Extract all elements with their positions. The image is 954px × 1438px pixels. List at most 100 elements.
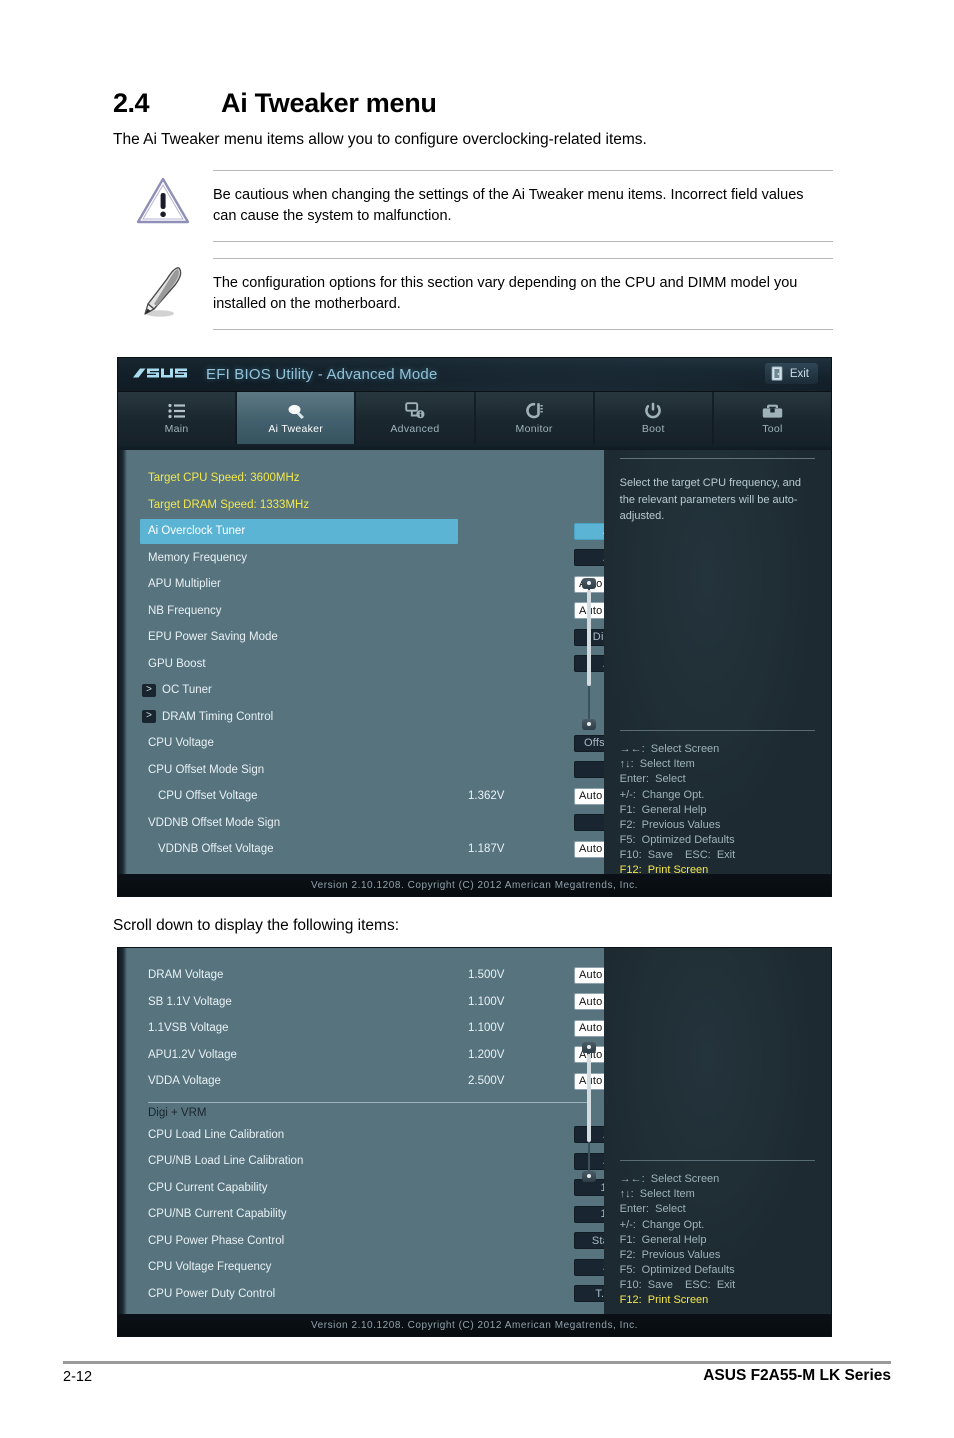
key-legend-line: F2: Previous Values: [619, 818, 721, 831]
scroll-up-button[interactable]: [581, 578, 596, 589]
current-value-readout: 1.187V: [468, 843, 505, 856]
tab-monitor[interactable]: Monitor: [475, 392, 593, 444]
bios-tab-bar[interactable]: Main Ai Tweaker Advanced Monitor Boot To…: [118, 392, 831, 444]
current-value-readout: 1.100V: [468, 1022, 505, 1035]
key-legend-line: ↑↓: Select Item: [619, 1188, 695, 1201]
setting-row[interactable]: 1.1VSB Voltage 1.100V Auto: [118, 1015, 656, 1042]
tab-main[interactable]: Main: [118, 392, 236, 444]
setting-row[interactable]: CPU Offset Mode Sign+: [118, 757, 656, 784]
tab-label: Advanced: [390, 423, 440, 435]
note-icon-column: [113, 258, 213, 320]
key-legend-line: +/-: Change Opt.: [619, 1218, 705, 1231]
setting-row[interactable]: EPU Power Saving ModeDisabled: [118, 624, 656, 651]
setting-label: CPU Power Duty Control: [148, 1287, 276, 1300]
setting-row[interactable]: CPU VoltageOffset Mode: [118, 730, 656, 757]
submenu-item[interactable]: > DRAM Timing Control: [118, 704, 604, 731]
setting-label: SB 1.1V Voltage: [148, 995, 232, 1008]
setting-label: CPU Voltage Frequency: [148, 1261, 272, 1274]
bios-titlebar: EFI BIOS Utility - Advanced Mode Exit: [118, 358, 831, 392]
setting-row[interactable]: CPU Offset Voltage 1.362V Auto: [118, 783, 656, 810]
key-legend-line: +/-: Change Opt.: [619, 788, 705, 801]
warning-text: Be cautious when changing the settings o…: [213, 170, 833, 243]
setting-row[interactable]: CPU Current Capability100%: [118, 1175, 656, 1202]
current-value-readout: 2.500V: [468, 1075, 505, 1088]
submenu-item[interactable]: > OC Tuner: [118, 677, 604, 704]
footer-page-number: 2-12: [63, 1369, 93, 1385]
key-legend-line: F12: Print Screen: [619, 864, 709, 877]
setting-label: VDDA Voltage: [148, 1075, 221, 1088]
current-value-readout: 1.100V: [468, 995, 505, 1008]
setting-label: Ai Overclock Tuner: [148, 525, 246, 538]
group-heading: Digi + VRM: [148, 1106, 207, 1119]
setting-row[interactable]: CPU Power Phase ControlStandard: [118, 1228, 656, 1255]
tab-label: Tool: [762, 423, 783, 435]
scroll-down-button[interactable]: [581, 1171, 596, 1182]
setting-label: VDDNB Offset Voltage: [158, 843, 274, 856]
bios-body-top: Target CPU Speed: 3600MHz Target DRAM Spe…: [118, 450, 831, 876]
tab-boot[interactable]: Boot: [594, 392, 712, 444]
setting-row[interactable]: SB 1.1V Voltage 1.100V Auto: [118, 989, 656, 1016]
help-text: Select the target CPU frequency, and the…: [619, 477, 802, 522]
footer-rule: [63, 1361, 891, 1364]
setting-label: DRAM Timing Control: [162, 710, 274, 723]
key-legend-line: Enter: Select: [619, 773, 686, 786]
bios-screenshot-bottom: DRAM Voltage 1.500V Auto SB 1.1V Voltage 1.1…: [117, 947, 832, 1337]
status-line: Target DRAM Speed: 1333MHz: [148, 498, 310, 511]
toolbox-icon: [762, 401, 783, 420]
key-legend-line: Enter: Select: [619, 1203, 686, 1216]
exit-door-icon: [771, 366, 783, 381]
setting-row[interactable]: CPU/NB Current Capability100%: [118, 1201, 656, 1228]
setting-row[interactable]: Memory FrequencyAuto: [118, 545, 656, 572]
setting-label: GPU Boost: [148, 657, 206, 670]
setting-row[interactable]: CPU Power Duty ControlT.Probe: [118, 1281, 656, 1308]
chevron-right-icon: >: [142, 710, 156, 724]
tab-ai-tweaker[interactable]: Ai Tweaker: [237, 392, 355, 444]
scroll-down-button[interactable]: [581, 719, 596, 730]
setting-row[interactable]: DRAM Voltage 1.500V Auto: [118, 962, 656, 989]
setting-row[interactable]: APU MultiplierAuto: [118, 571, 656, 598]
setting-row[interactable]: Ai Overclock TunerAuto: [118, 518, 656, 545]
warning-icon: [136, 177, 190, 224]
scrollbar-thumb[interactable]: [586, 590, 591, 686]
list-icon: [167, 401, 186, 420]
scroll-up-button[interactable]: [581, 1042, 596, 1053]
version-text: Version 2.10.1208. Copyright (C) 2012 Am…: [310, 879, 639, 891]
setting-row[interactable]: CPU Load Line CalibrationAuto: [118, 1122, 656, 1149]
setting-row[interactable]: CPU/NB Load Line CalibrationAuto: [118, 1148, 656, 1175]
key-legend-line: F12: Print Screen: [619, 1294, 709, 1307]
footer-model-name: ASUS F2A55-M LK Series: [703, 1367, 891, 1384]
setting-label: Memory Frequency: [148, 551, 248, 564]
section-intro: The Ai Tweaker menu items allow you to c…: [113, 131, 647, 148]
key-legend-line: F1: General Help: [619, 803, 707, 816]
setting-row[interactable]: VDDNB Offset Mode Sign+: [118, 810, 656, 837]
key-legend-line: F5: Optimized Defaults: [619, 1264, 735, 1277]
warning-icon-column: [113, 170, 213, 226]
key-legend-line: →←: Select Screen: [619, 743, 720, 755]
setting-row[interactable]: APU1.2V Voltage 1.200V Auto: [118, 1042, 656, 1069]
bios-screenshot-top: EFI BIOS Utility - Advanced Mode Exit Ma…: [117, 357, 832, 897]
note-text: The configuration options for this secti…: [213, 258, 833, 331]
settings-scrollbar[interactable]: [581, 578, 596, 730]
scrollbar-thumb[interactable]: [586, 1054, 591, 1142]
bios-version-footer-bottom: Version 2.10.1208. Copyright (C) 2012 Am…: [118, 1314, 831, 1336]
settings-list-top: Target CPU Speed: 3600MHz Target DRAM Spe…: [118, 450, 656, 863]
setting-row[interactable]: CPU Voltage FrequencyAuto: [118, 1254, 656, 1281]
setting-label: CPU Current Capability: [148, 1181, 268, 1194]
setting-row[interactable]: VDDA Voltage 2.500V Auto: [118, 1068, 656, 1095]
setting-label: EPU Power Saving Mode: [148, 631, 278, 644]
help-pane-bottom: →←: Select Screen ↑↓: Select Item Enter: S…: [603, 948, 831, 1314]
page-title: 2.4 Ai Tweaker menu: [113, 88, 833, 119]
tab-tool[interactable]: Tool: [713, 392, 831, 444]
setting-row[interactable]: VDDNB Offset Voltage 1.187V Auto: [118, 836, 656, 863]
tab-advanced[interactable]: Advanced: [356, 392, 474, 444]
setting-row[interactable]: GPU BoostAuto: [118, 651, 656, 678]
setting-label: CPU Voltage: [148, 737, 214, 750]
asus-logo-icon: [133, 368, 187, 378]
exit-button[interactable]: Exit: [764, 363, 818, 384]
current-value-readout: 1.200V: [468, 1048, 505, 1061]
setting-row[interactable]: NB Frequency Auto: [118, 598, 656, 625]
key-legend-line: F1: General Help: [619, 1233, 707, 1246]
scroll-down-note: Scroll down to display the following ite…: [113, 917, 400, 934]
setting-label: DRAM Voltage: [148, 969, 224, 982]
settings-scrollbar-bottom[interactable]: [581, 1042, 596, 1182]
